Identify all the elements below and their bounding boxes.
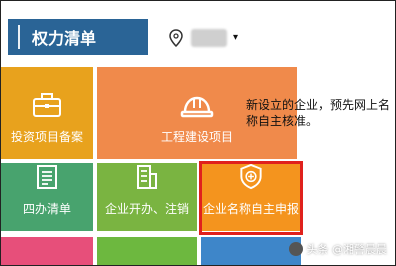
location-selector[interactable]: ▾: [169, 27, 238, 49]
watermark-text: 头条 @湘警晨晨: [306, 243, 388, 256]
document-list-icon: [37, 165, 57, 189]
page-title: 权力清单: [32, 29, 97, 48]
tile-label: 企业开办、注销: [104, 202, 189, 216]
annotation-text: 新设立的企业，预先网上名称自主核准。: [246, 98, 391, 128]
tile-row3-middle[interactable]: [97, 237, 197, 265]
app-header: 权力清单 ▾: [1, 1, 395, 61]
watermark: 头条 @湘警晨晨: [288, 241, 388, 257]
highlight-box: [199, 161, 303, 235]
watermark-logo-icon: [288, 242, 303, 256]
tile-label: 投资项目备案: [10, 130, 83, 144]
hardhat-icon: [180, 96, 214, 118]
tile-row3-right[interactable]: [201, 237, 301, 265]
location-pin-icon: [169, 29, 183, 47]
briefcase-icon: [33, 93, 61, 117]
tile-investment-project-filing[interactable]: 投资项目备案: [1, 67, 93, 159]
location-name-blurred: [191, 29, 227, 47]
tile-label: 工程建设项目: [160, 130, 233, 144]
title-divider: [18, 25, 20, 49]
building-icon: [137, 165, 157, 189]
tile-enterprise-open-close[interactable]: 企业开办、注销: [97, 163, 197, 231]
tile-row3-left[interactable]: [1, 237, 93, 265]
screenshot-frame: 权力清单 ▾ 投资项目备案 工程建设项目 四办清单 企业开办、注销 企业名称自主…: [0, 0, 396, 266]
chevron-down-icon: ▾: [233, 32, 239, 43]
page-title-bar: 权力清单: [8, 19, 148, 55]
tile-label: 四办清单: [22, 202, 71, 216]
tile-four-office-list[interactable]: 四办清单: [1, 163, 93, 231]
